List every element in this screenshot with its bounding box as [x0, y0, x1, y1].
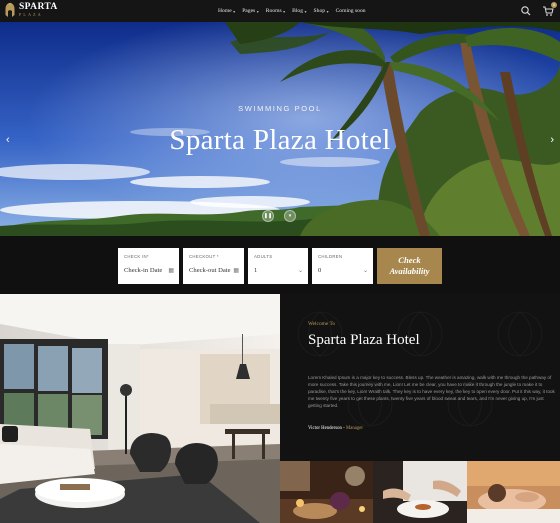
- checkout-field[interactable]: CHECKOUT * Check-out Date ▦: [183, 248, 244, 284]
- chevron-down-icon: ▾: [326, 8, 329, 14]
- logo-subtitle: PLAZA: [19, 12, 43, 18]
- logo-name: SPARTA: [19, 1, 58, 12]
- calendar-icon[interactable]: ▦: [168, 267, 174, 274]
- nav-item-pages[interactable]: Pages ▾: [242, 8, 259, 14]
- nav-label: Home: [218, 8, 232, 14]
- children-label: CHILDREN: [318, 254, 343, 259]
- search-icon[interactable]: [520, 4, 532, 16]
- hero-subtitle: SWIMMING POOL: [238, 104, 322, 113]
- adults-select[interactable]: ADULTS 1 ⌄: [248, 248, 308, 284]
- nav-label: Coming soon: [335, 8, 366, 14]
- children-select[interactable]: CHILDREN 0 ⌄: [312, 248, 373, 284]
- chevron-down-icon: ▾: [283, 8, 286, 14]
- cart-count-badge: 0: [551, 2, 557, 8]
- hero-title: Sparta Plaza Hotel: [169, 124, 391, 156]
- slider-prev-arrow-icon[interactable]: ‹: [6, 134, 10, 146]
- chevron-down-icon[interactable]: ⌄: [363, 267, 368, 274]
- slider-next-arrow-icon[interactable]: ›: [550, 134, 554, 146]
- adults-value[interactable]: 1: [254, 267, 257, 274]
- thumbnail-massage[interactable]: [466, 461, 560, 523]
- checkout-input[interactable]: Check-out Date: [189, 267, 231, 274]
- checkin-input[interactable]: Check-in Date: [124, 267, 162, 274]
- chevron-down-icon: ▾: [288, 213, 292, 219]
- nav-item-home[interactable]: Home ▾: [218, 8, 235, 14]
- logo[interactable]: SPARTA PLAZA: [4, 2, 58, 18]
- checkin-label: CHECK IN*: [124, 254, 149, 259]
- hero-slider: SWIMMING POOL Sparta Plaza Hotel ‹ › ❚❚ …: [0, 22, 560, 236]
- nav-label: Shop: [313, 8, 326, 14]
- check-availability-line2: Availability: [389, 266, 430, 276]
- cart-icon[interactable]: 0: [542, 2, 557, 16]
- chevron-down-icon: ▾: [256, 8, 259, 14]
- nav-item-rooms[interactable]: Rooms ▾: [266, 8, 285, 14]
- check-availability-line1: Check: [398, 255, 421, 265]
- welcome-label: Welcome To: [308, 321, 336, 327]
- welcome-title: Sparta Plaza Hotel: [308, 332, 420, 348]
- adults-label: ADULTS: [254, 254, 273, 259]
- nav-item-coming-soon[interactable]: Coming soon: [336, 8, 366, 14]
- calendar-icon[interactable]: ▦: [233, 267, 239, 274]
- checkin-field[interactable]: CHECK IN* Check-in Date ▦: [118, 248, 179, 284]
- thumbnail-chef-plating[interactable]: [373, 461, 467, 523]
- room-interior-image: [0, 294, 280, 523]
- chevron-down-icon: ▾: [304, 8, 307, 14]
- main-nav: Home ▾ Pages ▾ Rooms ▾ Blog ▾ Shop ▾ Coming s…: [218, 0, 366, 22]
- living-room-photo: [0, 294, 280, 523]
- spa-candles-image: [280, 461, 374, 523]
- check-availability-button[interactable]: Check Availability: [377, 248, 442, 284]
- helmet-logo-icon: [5, 2, 15, 17]
- header-actions: 0: [520, 2, 557, 16]
- nav-label: Rooms: [265, 8, 282, 14]
- children-value[interactable]: 0: [318, 267, 321, 274]
- thumbnail-spa-candles[interactable]: [280, 461, 374, 523]
- scroll-down-button[interactable]: ▾: [284, 210, 296, 222]
- signature: Victor Henderson - Manager: [308, 426, 363, 431]
- author-role: Manager: [345, 426, 363, 431]
- site-header: SPARTA PLAZA Home ▾ Pages ▾ Rooms ▾ Blog ▾ S…: [0, 0, 560, 22]
- massage-image: [466, 461, 560, 523]
- slider-pause-button[interactable]: ❚❚: [262, 210, 274, 222]
- pause-icon: ❚❚: [263, 213, 273, 219]
- welcome-body-text: Lorem Khaled Ipsum is a major key to suc…: [308, 375, 555, 408]
- chef-plating-image: [373, 461, 467, 523]
- chevron-down-icon: ▾: [233, 8, 236, 14]
- booking-form: CHECK IN* Check-in Date ▦ CHECKOUT * Che…: [0, 236, 560, 294]
- gallery-thumbnails: [280, 461, 560, 523]
- author-name: Victor Henderson: [308, 426, 342, 431]
- checkout-label: CHECKOUT *: [189, 254, 219, 259]
- chevron-down-icon[interactable]: ⌄: [298, 267, 303, 274]
- nav-label: Pages: [242, 8, 256, 14]
- welcome-section: Welcome To Sparta Plaza Hotel Lorem Khal…: [280, 294, 560, 461]
- nav-label: Blog: [292, 8, 304, 14]
- nav-item-blog[interactable]: Blog ▾: [292, 8, 306, 14]
- nav-item-shop[interactable]: Shop ▾: [314, 8, 329, 14]
